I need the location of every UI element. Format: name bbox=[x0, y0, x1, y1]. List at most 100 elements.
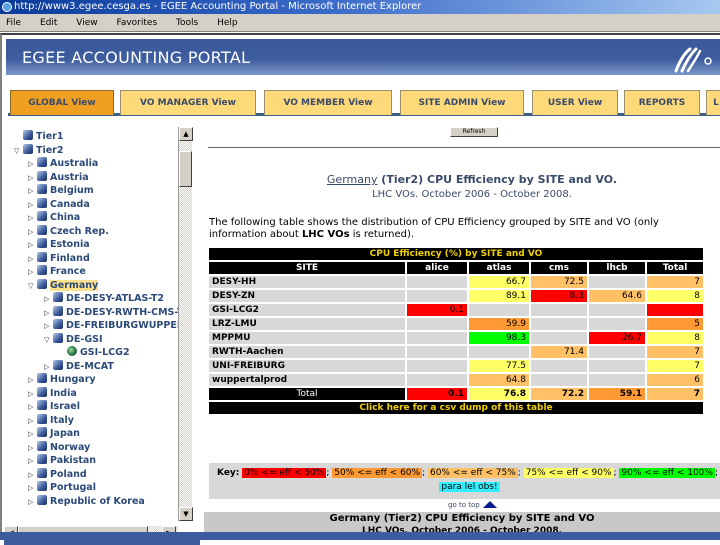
tree-item-label[interactable]: Austria bbox=[50, 172, 89, 183]
menu-edit[interactable]: Edit bbox=[40, 14, 57, 32]
tree-item[interactable]: ▷ Finland bbox=[28, 251, 90, 266]
scroll-down-button[interactable]: ▼ bbox=[179, 507, 193, 521]
expand-icon[interactable]: ▷ bbox=[28, 442, 37, 455]
tree-item-label[interactable]: Australia bbox=[50, 158, 98, 169]
tab-user-view[interactable]: USER View bbox=[532, 90, 618, 115]
tree-item[interactable]: ▷ Austria bbox=[28, 170, 89, 185]
tree-item-label[interactable]: Estonia bbox=[50, 239, 90, 250]
tab-vo-member-view[interactable]: VO MEMBER View bbox=[264, 90, 392, 115]
expand-icon[interactable]: ▷ bbox=[28, 415, 37, 428]
tree-item-label[interactable]: Canada bbox=[50, 199, 90, 210]
tree-item[interactable]: ▷ Belgium bbox=[28, 184, 94, 197]
up-arrow-icon[interactable] bbox=[482, 501, 497, 508]
refresh-button[interactable]: Refresh bbox=[450, 127, 498, 137]
expand-icon[interactable]: ▷ bbox=[28, 239, 37, 252]
tree-item[interactable]: Tier1 bbox=[14, 130, 63, 143]
tree-vertical-scrollbar[interactable]: ▲ ▼ bbox=[178, 127, 193, 521]
tab-site-admin-view[interactable]: SITE ADMIN View bbox=[400, 90, 524, 115]
tree-item-label[interactable]: DE-GSI bbox=[66, 334, 103, 345]
expand-icon[interactable]: ▷ bbox=[28, 388, 37, 401]
tree-item-label[interactable]: DE-FREIBURGWUPPERT bbox=[66, 320, 190, 331]
tree-item[interactable]: ▷ India bbox=[28, 386, 77, 401]
expand-icon[interactable]: ▷ bbox=[28, 226, 37, 239]
menu-help[interactable]: Help bbox=[217, 14, 238, 32]
expand-icon[interactable]: ▷ bbox=[44, 293, 53, 306]
tree-item-label[interactable]: Portugal bbox=[50, 482, 96, 493]
tree-item[interactable]: ▷ Portugal bbox=[28, 481, 96, 494]
tree-item-label[interactable]: Pakistan bbox=[50, 455, 96, 466]
tree-item[interactable]: ▷ Czech Rep. bbox=[28, 224, 109, 239]
expand-icon[interactable]: ▷ bbox=[28, 253, 37, 266]
expand-icon[interactable]: ▷ bbox=[28, 199, 37, 212]
expand-icon[interactable]: ▷ bbox=[28, 469, 37, 482]
menu-tools[interactable]: Tools bbox=[176, 14, 198, 32]
collapse-icon[interactable]: ▽ bbox=[28, 280, 37, 293]
tree-item-label[interactable]: Norway bbox=[50, 442, 90, 453]
expand-icon[interactable]: ▷ bbox=[28, 185, 37, 198]
tree-item-label[interactable]: Belgium bbox=[50, 185, 94, 196]
expand-icon[interactable]: ▷ bbox=[44, 320, 53, 333]
menu-file[interactable]: File bbox=[6, 14, 21, 32]
tree-item[interactable]: ▷ Australia bbox=[28, 157, 98, 170]
tree-item[interactable]: ▷ Hungary bbox=[28, 373, 96, 386]
tree-item-label[interactable]: DE-MCAT bbox=[66, 361, 114, 372]
expand-icon[interactable]: ▷ bbox=[28, 496, 37, 509]
expand-icon[interactable]: ▷ bbox=[28, 172, 37, 185]
tree-item[interactable]: GSI-LCG2 bbox=[58, 346, 130, 359]
expand-icon[interactable]: ▷ bbox=[28, 482, 37, 495]
tree-item-label[interactable]: France bbox=[50, 266, 86, 277]
tree-item[interactable]: ▷ Japan bbox=[28, 427, 80, 440]
tree-item-label[interactable]: Czech Rep. bbox=[50, 226, 109, 237]
tree-item-label[interactable]: Poland bbox=[50, 469, 87, 480]
expand-icon[interactable]: ▷ bbox=[28, 401, 37, 414]
menu-view[interactable]: View bbox=[76, 14, 97, 32]
tree-item[interactable]: ▽ Germany bbox=[28, 278, 99, 293]
tree-item-label[interactable]: India bbox=[50, 388, 77, 399]
tree-item[interactable]: ▷ Italy bbox=[28, 413, 74, 428]
tree-item-label[interactable]: Italy bbox=[50, 415, 74, 426]
expand-icon[interactable]: ▷ bbox=[28, 212, 37, 225]
tree-item-label[interactable]: DE-DESY-RWTH-CMS-T bbox=[66, 307, 183, 318]
tab-reports[interactable]: REPORTS bbox=[624, 90, 700, 115]
tree-item-label[interactable]: Tier2 bbox=[36, 145, 63, 156]
tree-item[interactable]: ▷ Israel bbox=[28, 400, 80, 413]
tree-item[interactable]: ▽ DE-GSI bbox=[44, 332, 103, 347]
scroll-up-button[interactable]: ▲ bbox=[179, 127, 193, 141]
tree-item[interactable]: ▽ Tier2 bbox=[14, 143, 63, 158]
tree-item-label[interactable]: Japan bbox=[50, 428, 80, 439]
collapse-icon[interactable]: ▽ bbox=[14, 145, 23, 158]
go-to-top-label[interactable]: go to top bbox=[448, 501, 480, 509]
tree-item-label[interactable]: China bbox=[50, 212, 80, 223]
collapse-icon[interactable]: ▽ bbox=[44, 334, 53, 347]
tab-l[interactable]: L bbox=[706, 90, 720, 115]
tree-item-label[interactable]: Germany bbox=[50, 279, 99, 291]
tab-vo-manager-view[interactable]: VO MANAGER View bbox=[120, 90, 256, 115]
tree-item[interactable]: ▷ Canada bbox=[28, 197, 90, 212]
go-to-top-link[interactable]: go to top bbox=[448, 501, 497, 509]
tree-item[interactable]: ▷ Republic of Korea bbox=[28, 494, 145, 509]
menu-favorites[interactable]: Favorites bbox=[116, 14, 157, 32]
tree-item[interactable]: ▷ China bbox=[28, 211, 80, 224]
expand-icon[interactable]: ▷ bbox=[28, 158, 37, 171]
tree-item[interactable]: ▷ France bbox=[28, 265, 86, 278]
tree-item[interactable]: ▷ Norway bbox=[28, 440, 90, 455]
germany-link[interactable]: Germany bbox=[327, 173, 378, 186]
tree-item-label[interactable]: Hungary bbox=[50, 374, 96, 385]
tree-item-label[interactable]: GSI-LCG2 bbox=[80, 347, 130, 358]
expand-icon[interactable]: ▷ bbox=[44, 307, 53, 320]
tree-item-label[interactable]: DE-DESY-ATLAS-T2 bbox=[66, 293, 164, 304]
expand-icon[interactable]: ▷ bbox=[28, 374, 37, 387]
tree-item[interactable]: ▷ DE-MCAT bbox=[44, 359, 114, 374]
csv-dump-link[interactable]: Click here for a csv dump of this table bbox=[209, 402, 703, 414]
tree-item-label[interactable]: Tier1 bbox=[36, 131, 63, 142]
expand-icon[interactable]: ▷ bbox=[28, 428, 37, 441]
tree-item-label[interactable]: Republic of Korea bbox=[50, 496, 145, 507]
tree-item[interactable]: ▷ Poland bbox=[28, 467, 87, 482]
expand-icon[interactable]: ▷ bbox=[28, 455, 37, 468]
expand-icon[interactable]: ▷ bbox=[44, 361, 53, 374]
tree-item[interactable]: ▷ DE-FREIBURGWUPPERT bbox=[44, 319, 190, 332]
tree-item-label[interactable]: Finland bbox=[50, 253, 90, 264]
tree-item-label[interactable]: Israel bbox=[50, 401, 80, 412]
tree-item[interactable]: ▷ Pakistan bbox=[28, 454, 96, 467]
scroll-thumb[interactable] bbox=[179, 151, 192, 187]
